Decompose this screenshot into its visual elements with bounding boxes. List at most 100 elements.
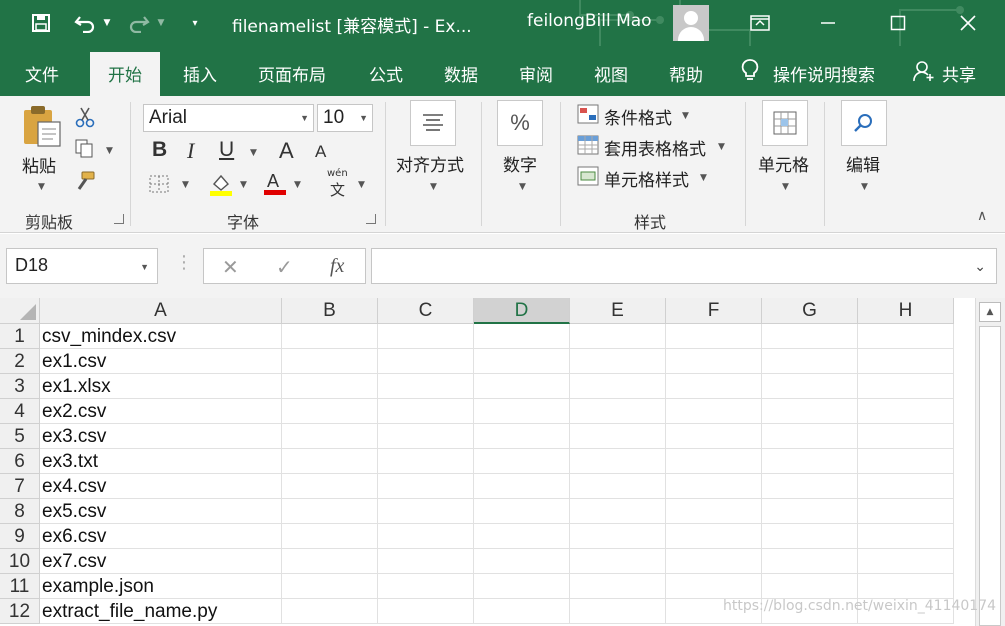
- cell-b5[interactable]: [282, 424, 378, 449]
- cell-a2[interactable]: ex1.csv: [40, 349, 282, 374]
- phonetic-dropdown-icon[interactable]: ▼: [358, 180, 365, 190]
- fill-color-dropdown-icon[interactable]: ▼: [240, 180, 247, 190]
- cell-c6[interactable]: [378, 449, 474, 474]
- format-painter-icon[interactable]: [74, 170, 96, 190]
- row-header[interactable]: 10: [0, 549, 40, 574]
- cell-c3[interactable]: [378, 374, 474, 399]
- row-header[interactable]: 4: [0, 399, 40, 424]
- format-as-table-icon[interactable]: [577, 135, 599, 155]
- cell-h2[interactable]: [858, 349, 954, 374]
- share-person-icon[interactable]: [913, 60, 935, 87]
- close-button[interactable]: [953, 8, 983, 38]
- cell-h8[interactable]: [858, 499, 954, 524]
- cell-e1[interactable]: [570, 324, 666, 349]
- cell-e6[interactable]: [570, 449, 666, 474]
- maximize-button[interactable]: [883, 8, 913, 38]
- cell-a9[interactable]: ex6.csv: [40, 524, 282, 549]
- scroll-thumb[interactable]: [979, 326, 1001, 626]
- avatar[interactable]: [673, 5, 709, 41]
- expand-formula-bar-icon[interactable]: ⌄: [974, 259, 986, 275]
- select-all-corner[interactable]: [0, 298, 40, 324]
- formula-bar-grip-icon[interactable]: ⋮: [175, 252, 193, 273]
- cancel-entry-icon[interactable]: ✕: [222, 255, 239, 279]
- cell-a7[interactable]: ex4.csv: [40, 474, 282, 499]
- cell-h11[interactable]: [858, 574, 954, 599]
- cell-f8[interactable]: [666, 499, 762, 524]
- conditional-formatting-dropdown-icon[interactable]: ▼: [682, 111, 689, 121]
- customize-toolbar-icon[interactable]: ▾: [184, 10, 206, 36]
- cell-b2[interactable]: [282, 349, 378, 374]
- row-header[interactable]: 2: [0, 349, 40, 374]
- cell-a4[interactable]: ex2.csv: [40, 399, 282, 424]
- font-color-icon[interactable]: A: [262, 170, 288, 196]
- cells-icon[interactable]: [762, 100, 808, 146]
- bold-button[interactable]: B: [152, 138, 167, 162]
- row-header[interactable]: 11: [0, 574, 40, 599]
- tab-formulas[interactable]: 公式: [369, 61, 403, 86]
- cell-b12[interactable]: [282, 599, 378, 624]
- minimize-button[interactable]: [813, 8, 843, 38]
- row-header[interactable]: 3: [0, 374, 40, 399]
- tab-review[interactable]: 审阅: [519, 61, 553, 86]
- cell-d8[interactable]: [474, 499, 570, 524]
- cell-h3[interactable]: [858, 374, 954, 399]
- font-name-dropdown-icon[interactable]: ▼: [300, 113, 309, 123]
- cell-e7[interactable]: [570, 474, 666, 499]
- cell-g7[interactable]: [762, 474, 858, 499]
- cell-a5[interactable]: ex3.csv: [40, 424, 282, 449]
- row-header[interactable]: 6: [0, 449, 40, 474]
- cell-e10[interactable]: [570, 549, 666, 574]
- cell-d3[interactable]: [474, 374, 570, 399]
- share-button[interactable]: 共享: [942, 61, 976, 86]
- cell-b7[interactable]: [282, 474, 378, 499]
- column-header-f[interactable]: F: [666, 298, 762, 324]
- font-color-dropdown-icon[interactable]: ▼: [294, 180, 301, 190]
- scroll-up-icon[interactable]: ▲: [979, 302, 1001, 322]
- cell-f9[interactable]: [666, 524, 762, 549]
- collapse-ribbon-icon[interactable]: ∧: [977, 208, 987, 224]
- tab-help[interactable]: 帮助: [669, 61, 703, 86]
- cell-styles-dropdown-icon[interactable]: ▼: [700, 173, 707, 183]
- cell-c8[interactable]: [378, 499, 474, 524]
- cell-d6[interactable]: [474, 449, 570, 474]
- cell-e9[interactable]: [570, 524, 666, 549]
- cell-b4[interactable]: [282, 399, 378, 424]
- decrease-font-size-button[interactable]: A: [315, 142, 326, 162]
- alignment-icon[interactable]: [410, 100, 456, 146]
- cell-c9[interactable]: [378, 524, 474, 549]
- cells-button[interactable]: 单元格: [758, 151, 809, 176]
- cell-f1[interactable]: [666, 324, 762, 349]
- cell-d2[interactable]: [474, 349, 570, 374]
- paste-dropdown-icon[interactable]: ▼: [38, 182, 45, 192]
- cell-a1[interactable]: csv_mindex.csv: [40, 324, 282, 349]
- cell-e12[interactable]: [570, 599, 666, 624]
- cell-d7[interactable]: [474, 474, 570, 499]
- italic-button[interactable]: I: [187, 138, 194, 164]
- editing-dropdown-icon[interactable]: ▼: [861, 182, 868, 192]
- tab-view[interactable]: 视图: [594, 61, 628, 86]
- row-header[interactable]: 5: [0, 424, 40, 449]
- cell-h4[interactable]: [858, 399, 954, 424]
- cell-f2[interactable]: [666, 349, 762, 374]
- row-header[interactable]: 12: [0, 599, 40, 624]
- cell-c1[interactable]: [378, 324, 474, 349]
- row-header[interactable]: 9: [0, 524, 40, 549]
- cell-c5[interactable]: [378, 424, 474, 449]
- cell-f5[interactable]: [666, 424, 762, 449]
- cell-f4[interactable]: [666, 399, 762, 424]
- user-name[interactable]: feilongBill Mao: [527, 11, 652, 31]
- row-header[interactable]: 1: [0, 324, 40, 349]
- redo-icon[interactable]: [124, 10, 154, 36]
- lightbulb-icon[interactable]: [740, 58, 760, 87]
- tell-me-search[interactable]: 操作说明搜索: [773, 61, 875, 86]
- cell-g5[interactable]: [762, 424, 858, 449]
- cell-styles-icon[interactable]: [577, 166, 599, 186]
- tab-page-layout[interactable]: 页面布局: [258, 61, 326, 86]
- row-header[interactable]: 7: [0, 474, 40, 499]
- font-name-combobox[interactable]: Arial ▼: [143, 104, 314, 132]
- formula-input[interactable]: ⌄: [371, 248, 997, 284]
- number-button[interactable]: 数字: [503, 151, 537, 176]
- cell-f11[interactable]: [666, 574, 762, 599]
- cell-e11[interactable]: [570, 574, 666, 599]
- cell-g11[interactable]: [762, 574, 858, 599]
